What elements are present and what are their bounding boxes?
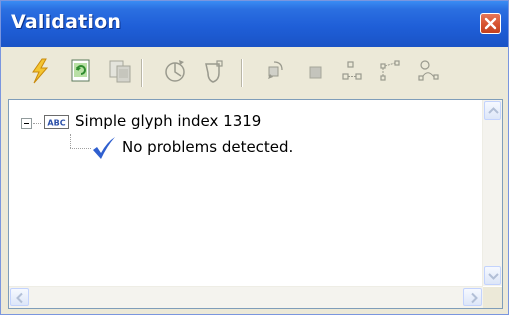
- window-title: Validation: [11, 11, 122, 33]
- rotate-icon: [268, 61, 283, 79]
- scroll-down-button[interactable]: [484, 266, 501, 285]
- curve-points-icon: [380, 60, 400, 81]
- tree-item-result[interactable]: No problems detected.: [9, 136, 479, 160]
- scroll-right-button[interactable]: [463, 288, 482, 306]
- square-button[interactable]: [301, 56, 331, 86]
- tree-item-label: Simple glyph index 1319: [75, 112, 262, 130]
- copy-icon: [109, 60, 131, 83]
- collapse-toggle[interactable]: [21, 118, 32, 129]
- svg-text:ABC: ABC: [47, 119, 65, 128]
- abc-icon: ABC: [44, 115, 69, 129]
- validate-icon: [32, 58, 49, 84]
- path-icon: [418, 60, 439, 81]
- chevron-left-icon: [16, 292, 23, 304]
- chevron-down-icon: [488, 273, 499, 280]
- distribute-icon: [342, 61, 362, 80]
- target-icon: [165, 60, 185, 82]
- path-button[interactable]: [414, 56, 444, 86]
- vertical-scrollbar[interactable]: [482, 100, 502, 286]
- scroll-left-button[interactable]: [10, 288, 29, 306]
- tree-item-glyph[interactable]: ABC Simple glyph index 1319: [9, 110, 479, 134]
- chevron-up-icon: [488, 107, 499, 114]
- distribute-button[interactable]: [338, 56, 368, 86]
- scrollbar-corner: [483, 287, 502, 308]
- title-bar[interactable]: Validation: [1, 1, 508, 47]
- chevron-right-icon: [471, 292, 478, 304]
- close-icon: [484, 17, 497, 30]
- validation-results-panel: ABC Simple glyph index 1319 No problems …: [8, 99, 503, 309]
- copy-button[interactable]: [105, 56, 135, 86]
- curve-points-button[interactable]: [375, 56, 405, 86]
- validate-button[interactable]: [25, 56, 55, 86]
- refresh-button[interactable]: [66, 56, 96, 86]
- results-tree: ABC Simple glyph index 1319 No problems …: [9, 100, 483, 286]
- validation-window: Validation ABC Simple glyph index 1319 N…: [0, 0, 509, 315]
- target-button[interactable]: [160, 56, 190, 86]
- shield-button[interactable]: [199, 56, 229, 86]
- rotate-button[interactable]: [260, 56, 290, 86]
- checkmark-icon: [93, 137, 115, 159]
- toolbar-separator: [141, 59, 143, 87]
- toolbar-separator: [241, 59, 243, 87]
- toolbar: [2, 47, 507, 97]
- square-icon: [309, 66, 322, 79]
- tree-connector: [33, 123, 41, 125]
- horizontal-scrollbar[interactable]: [9, 286, 483, 308]
- close-button[interactable]: [480, 13, 501, 34]
- scroll-up-button[interactable]: [484, 101, 501, 120]
- refresh-icon: [71, 59, 90, 82]
- tree-item-label: No problems detected.: [122, 138, 294, 156]
- shield-icon: [205, 60, 223, 83]
